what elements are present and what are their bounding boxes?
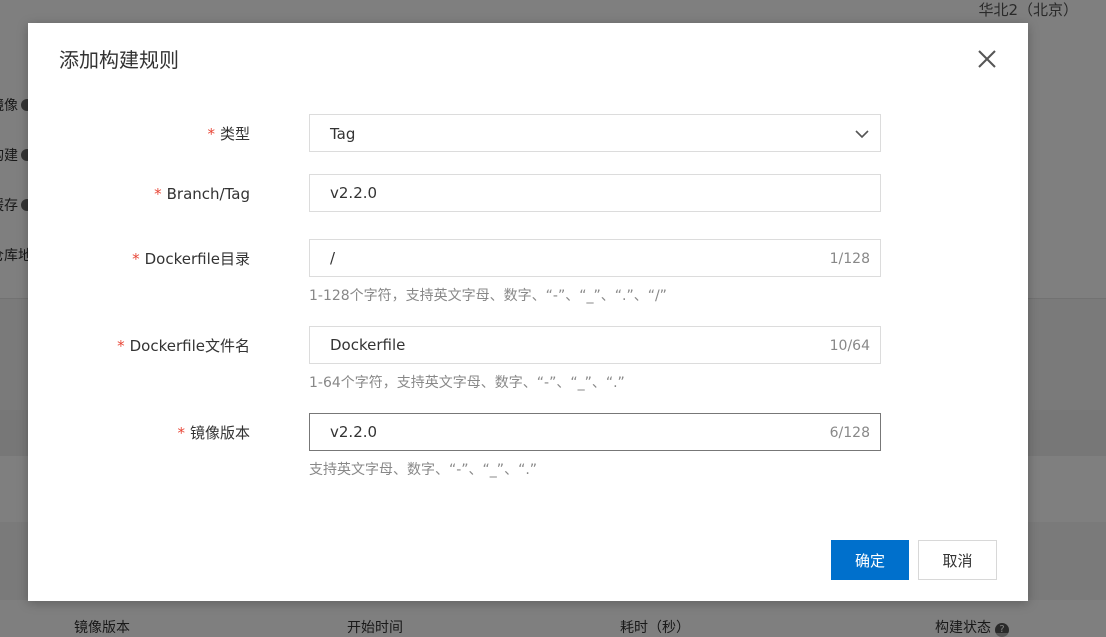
branch-tag-input[interactable] — [310, 175, 880, 211]
dockerfile-dir-label: * Dockerfile目录 — [132, 250, 250, 268]
cancel-button[interactable]: 取消 — [918, 540, 997, 580]
dialog-title: 添加构建规则 — [59, 48, 179, 72]
type-select-value: Tag — [330, 125, 356, 143]
confirm-button[interactable]: 确定 — [831, 540, 909, 580]
dockerfile-dir-hint: 1-128个字符，支持英文字母、数字、“-”、“_”、“.”、“/” — [309, 288, 667, 304]
image-version-hint: 支持英文字母、数字、“-”、“_”、“.” — [309, 462, 538, 478]
image-version-label: * 镜像版本 — [177, 424, 250, 442]
image-version-field: 6/128 — [309, 413, 881, 451]
add-build-rule-dialog: 添加构建规则 *类型 Tag *Branch/Tag *Dockerfile目录… — [28, 23, 1028, 601]
close-button[interactable] — [975, 47, 999, 71]
char-counter: 1/128 — [829, 251, 870, 267]
char-counter: 10/64 — [829, 338, 870, 354]
dockerfile-name-label: * Dockerfile文件名 — [117, 337, 250, 355]
dockerfile-name-input[interactable] — [310, 327, 880, 363]
branch-tag-label: * Branch/Tag — [154, 185, 250, 203]
type-select[interactable]: Tag — [309, 114, 881, 152]
dockerfile-dir-field: 1/128 — [309, 239, 881, 277]
dockerfile-dir-input[interactable] — [310, 240, 880, 276]
type-label: * 类型 — [207, 125, 250, 143]
close-icon — [978, 50, 996, 68]
image-version-input[interactable] — [310, 414, 880, 450]
dockerfile-name-hint: 1-64个字符，支持英文字母、数字、“-”、“_”、“.” — [309, 375, 625, 391]
char-counter: 6/128 — [829, 425, 870, 441]
dockerfile-name-field: 10/64 — [309, 326, 881, 364]
chevron-down-icon — [855, 130, 869, 139]
branch-tag-field — [309, 174, 881, 212]
